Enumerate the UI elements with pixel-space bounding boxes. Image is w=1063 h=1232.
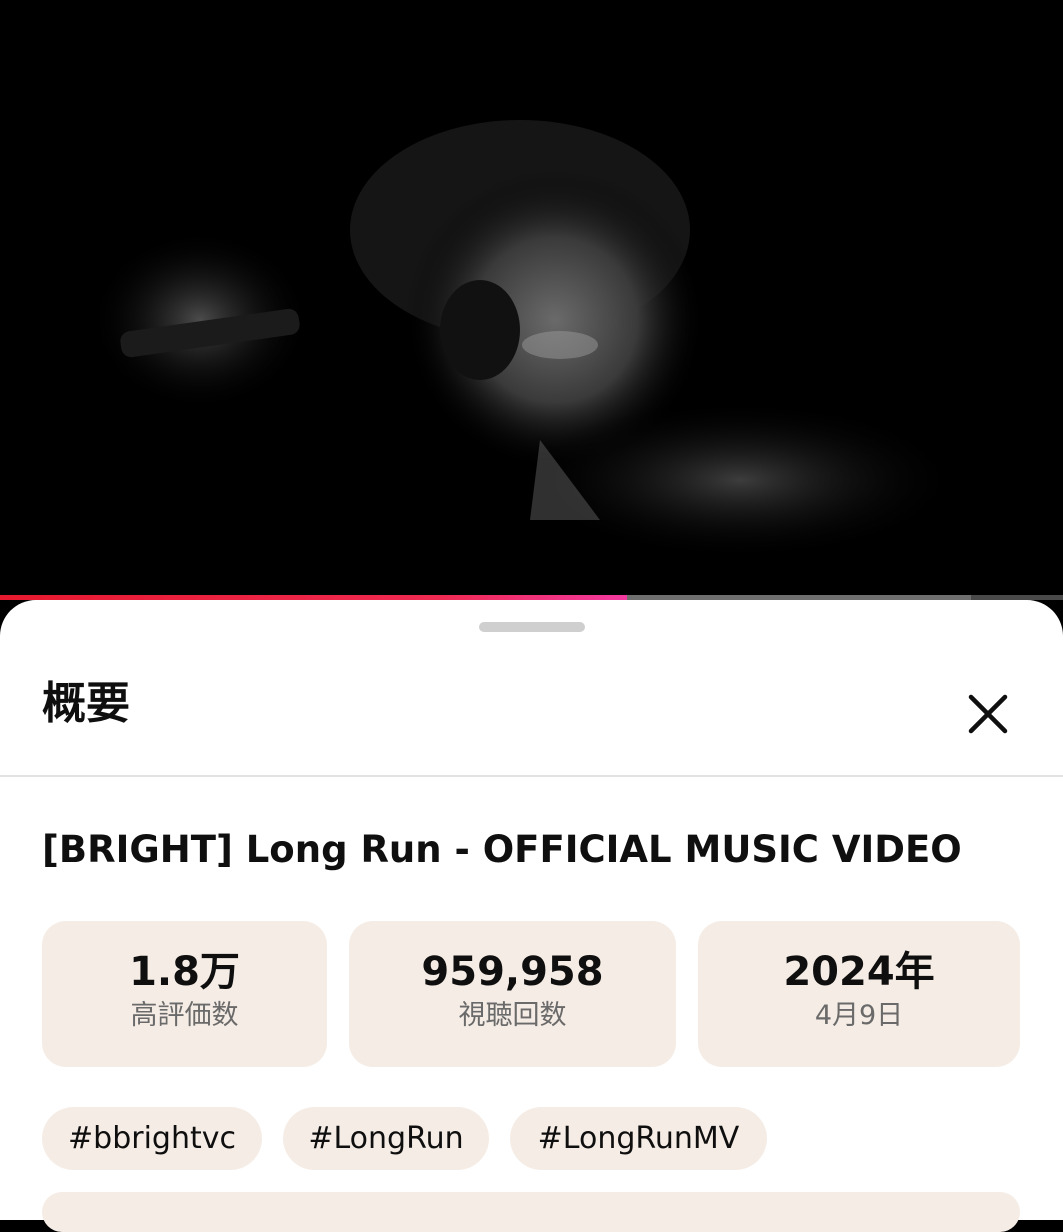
next-section-card xyxy=(42,1192,1020,1232)
sheet-drag-handle[interactable] xyxy=(479,622,585,632)
hashtag-longrun[interactable]: #LongRun xyxy=(283,1107,489,1170)
sheet-title: 概要 xyxy=(42,678,130,729)
stat-label: 視聴回数 xyxy=(458,1000,567,1031)
stat-value: 1.8万 xyxy=(129,949,240,995)
stat-likes: 1.8万 高評価数 xyxy=(42,921,327,1067)
hashtag-bbrightvc[interactable]: #bbrightvc xyxy=(42,1107,262,1170)
close-icon xyxy=(968,694,1008,734)
header-divider xyxy=(0,775,1063,777)
description-sheet: 概要 [BRIGHT] Long Run - OFFICIAL MUSIC VI… xyxy=(0,600,1063,1232)
video-title: [BRIGHT] Long Run - OFFICIAL MUSIC VIDEO xyxy=(42,828,962,871)
stat-label: 高評価数 xyxy=(130,1000,239,1031)
video-player[interactable] xyxy=(0,0,1063,596)
stat-value: 959,958 xyxy=(421,949,604,995)
stat-label: 4月9日 xyxy=(814,1000,904,1031)
video-frame xyxy=(0,0,1063,596)
close-button[interactable] xyxy=(962,688,1014,740)
stat-date: 2024年 4月9日 xyxy=(698,921,1020,1067)
hashtag-longrunmv[interactable]: #LongRunMV xyxy=(510,1107,767,1170)
stat-value: 2024年 xyxy=(783,949,935,995)
stat-views: 959,958 視聴回数 xyxy=(349,921,676,1067)
